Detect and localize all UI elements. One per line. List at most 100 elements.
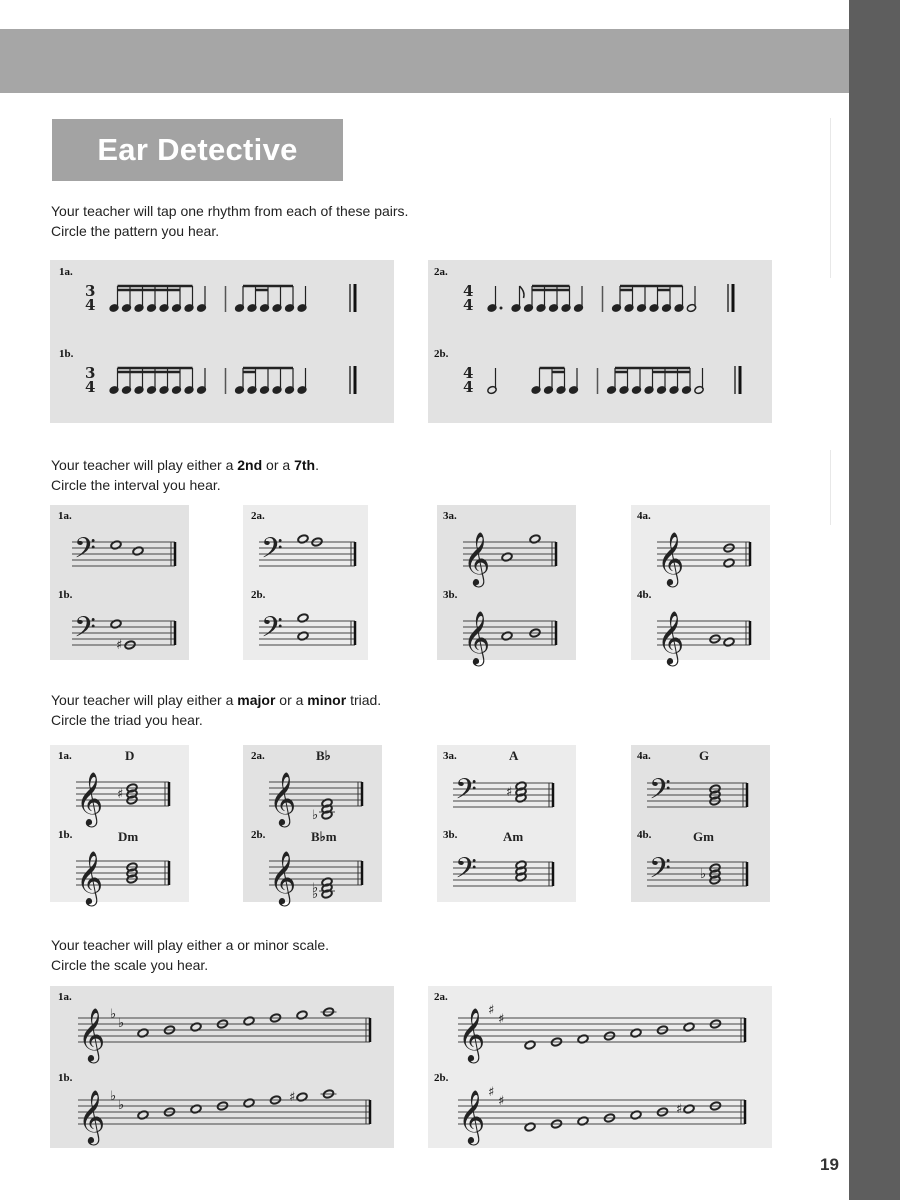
- exercise-label: 3a.: [443, 510, 457, 522]
- margin-guide: [830, 118, 831, 278]
- treble-clef-icon: 𝄞: [463, 531, 490, 587]
- rhythm-1b[interactable]: 34: [50, 342, 394, 422]
- exercise-label: 1a.: [58, 510, 72, 522]
- sharp-icon: ♯: [506, 785, 512, 800]
- instruction-line: Circle the triad you hear.: [51, 712, 203, 728]
- scale-panel-1: 1a. 1b. 𝄞 ♭ ♭ 𝄞 ♭ ♭ ♯: [50, 986, 394, 1148]
- triad-panel-2[interactable]: 2a. B♭ 2b. B♭m 𝄞 ♭ 𝄞 ♭ ♭: [243, 745, 382, 906]
- page-edge-strip: [849, 0, 900, 1200]
- flat-icon: ♭: [110, 1089, 116, 1104]
- instruction-line: Your teacher will play either a 2nd or a…: [51, 457, 319, 473]
- exercise-label: 3b.: [443, 589, 458, 601]
- triad-panel-3[interactable]: 3a. A 3b. Am 𝄢 ♯ 𝄢: [437, 745, 576, 902]
- bass-clef-icon: 𝄢: [455, 773, 477, 813]
- interval-panel-2[interactable]: 2a. 2b. 𝄢 𝄢: [243, 505, 368, 660]
- page-number: 19: [820, 1155, 839, 1174]
- chord-symbol: B♭: [316, 748, 331, 763]
- page-title: Ear Detective: [97, 132, 298, 167]
- flat-icon: ♭: [700, 867, 706, 882]
- flat-icon: ♭: [118, 1016, 124, 1031]
- exercise-label: 1b.: [58, 1072, 73, 1084]
- staff-interval-4b[interactable]: 𝄞: [653, 609, 758, 666]
- staff-scale-1a[interactable]: 𝄞 ♭♭: [78, 1004, 378, 1064]
- bass-clef-icon: 𝄢: [649, 773, 671, 813]
- sharp-icon: ♯: [498, 1012, 504, 1027]
- exercise-label: 2b.: [251, 829, 266, 841]
- staff-triad-2a[interactable]: 𝄞 ♭: [265, 770, 370, 827]
- instruction-line: Your teacher will play either a or minor…: [51, 937, 330, 953]
- treble-clef-icon: 𝄞: [78, 1089, 105, 1145]
- chord-symbol: Gm: [693, 829, 714, 844]
- exercise-label: 1a.: [58, 750, 72, 762]
- staff-triad-4b[interactable]: 𝄢 ♭: [643, 852, 755, 899]
- rhythm-panel-1: 1a. 1b. 34 34: [50, 260, 394, 423]
- staff-interval-2b[interactable]: 𝄢: [255, 609, 363, 659]
- staff-interval-3b[interactable]: 𝄞: [459, 609, 564, 666]
- bass-clef-icon: 𝄢: [261, 532, 283, 572]
- rhythm-1a[interactable]: 34: [50, 260, 394, 340]
- staff-triad-1a[interactable]: 𝄞 ♯: [72, 770, 177, 827]
- triad-panel-4[interactable]: 4a. G 4b. Gm 𝄢 𝄢 ♭: [631, 745, 770, 902]
- triad-panel-1[interactable]: 1a. D 1b. Dm 𝄞 ♯ 𝄞: [50, 745, 189, 906]
- staff-scale-1b[interactable]: 𝄞 ♭♭ ♯: [78, 1086, 378, 1146]
- exercise-label: 4b.: [637, 829, 652, 841]
- treble-clef-icon: 𝄞: [463, 610, 490, 666]
- exercise-label: 2a.: [434, 991, 448, 1003]
- interval-panel-1[interactable]: 1a. 1b. 𝄢 𝄢 ♯: [50, 505, 189, 660]
- instruction-line: Your teacher will play either a major or…: [51, 692, 382, 708]
- exercise-label: 3b.: [443, 829, 458, 841]
- exercise-label: 1a.: [58, 991, 72, 1003]
- staff-interval-1a[interactable]: 𝄢: [68, 530, 183, 580]
- staff-triad-3b[interactable]: 𝄢: [449, 852, 561, 899]
- interval-panel-4[interactable]: 4a. 4b. 𝄞 𝄞: [631, 505, 770, 666]
- flag: [518, 285, 525, 299]
- staff-triad-1b[interactable]: 𝄞: [72, 849, 177, 906]
- sharp-icon: ♯: [488, 1085, 494, 1100]
- treble-clef-icon: 𝄞: [76, 850, 103, 906]
- treble-clef-icon: 𝄞: [458, 1089, 485, 1145]
- staff-triad-3a[interactable]: 𝄢 ♯: [449, 773, 561, 820]
- sharp-icon: ♯: [117, 787, 123, 802]
- scale-panel-2: 2a. 2b. 𝄞 ♯ ♯ 𝄞 ♯ ♯ ♯: [428, 986, 772, 1148]
- staff-scale-2a[interactable]: 𝄞 ♯♯: [458, 1003, 753, 1064]
- staff-scale-2b[interactable]: 𝄞 ♯♯♯: [458, 1085, 753, 1146]
- time-signature-bottom: 4: [463, 296, 473, 314]
- treble-clef-icon: 𝄞: [458, 1007, 485, 1063]
- instruction-line: Circle the pattern you hear.: [51, 223, 220, 239]
- flat-icon: ♭: [312, 808, 318, 823]
- sharp-icon: ♯: [488, 1003, 494, 1018]
- staff-interval-3a[interactable]: 𝄞: [459, 530, 564, 587]
- exercise-label: 2b.: [251, 589, 266, 601]
- staff-interval-1b[interactable]: 𝄢 ♯: [68, 609, 183, 659]
- chord-symbol: D: [125, 748, 135, 763]
- staff-triad-2b[interactable]: 𝄞 ♭♭: [265, 849, 370, 906]
- staff-interval-2a[interactable]: 𝄢: [255, 530, 363, 580]
- chord-symbol: Am: [503, 829, 524, 844]
- treble-clef-icon: 𝄞: [657, 610, 684, 666]
- instruction-line: Circle the scale you hear.: [51, 957, 209, 973]
- interval-instructions: Your teacher will play either a 2nd or a…: [51, 455, 319, 495]
- bass-clef-icon: 𝄢: [649, 852, 671, 892]
- interval-panel-3[interactable]: 3a. 3b. 𝄞 𝄞: [437, 505, 576, 666]
- exercise-label: 4b.: [637, 589, 652, 601]
- staff-triad-4a[interactable]: 𝄢: [643, 773, 755, 820]
- exercise-label: 2a.: [251, 510, 265, 522]
- exercise-label: 2b.: [434, 1072, 449, 1084]
- sharp-icon: ♯: [289, 1090, 295, 1105]
- margin-guide: [830, 450, 831, 525]
- chord-symbol: G: [699, 748, 710, 763]
- rhythm-instructions: Your teacher will tap one rhythm from ea…: [51, 201, 408, 241]
- staff-interval-4a[interactable]: 𝄞: [653, 530, 758, 587]
- exercise-label: 4a.: [637, 750, 651, 762]
- rhythm-2b[interactable]: 44: [428, 342, 772, 422]
- sharp-icon: ♯: [676, 1102, 682, 1117]
- scale-instructions: Your teacher will play either a or minor…: [51, 935, 329, 975]
- rhythm-panel-2: 2a. 2b. 44 44: [428, 260, 772, 423]
- chord-symbol: Dm: [118, 829, 139, 844]
- bass-clef-icon: 𝄢: [74, 532, 96, 572]
- chord-symbol: B♭m: [311, 829, 337, 844]
- rhythm-2a[interactable]: 44: [428, 260, 772, 340]
- flat-icon: ♭: [110, 1007, 116, 1022]
- time-signature-bottom: 4: [85, 296, 95, 314]
- bass-clef-icon: 𝄢: [455, 852, 477, 892]
